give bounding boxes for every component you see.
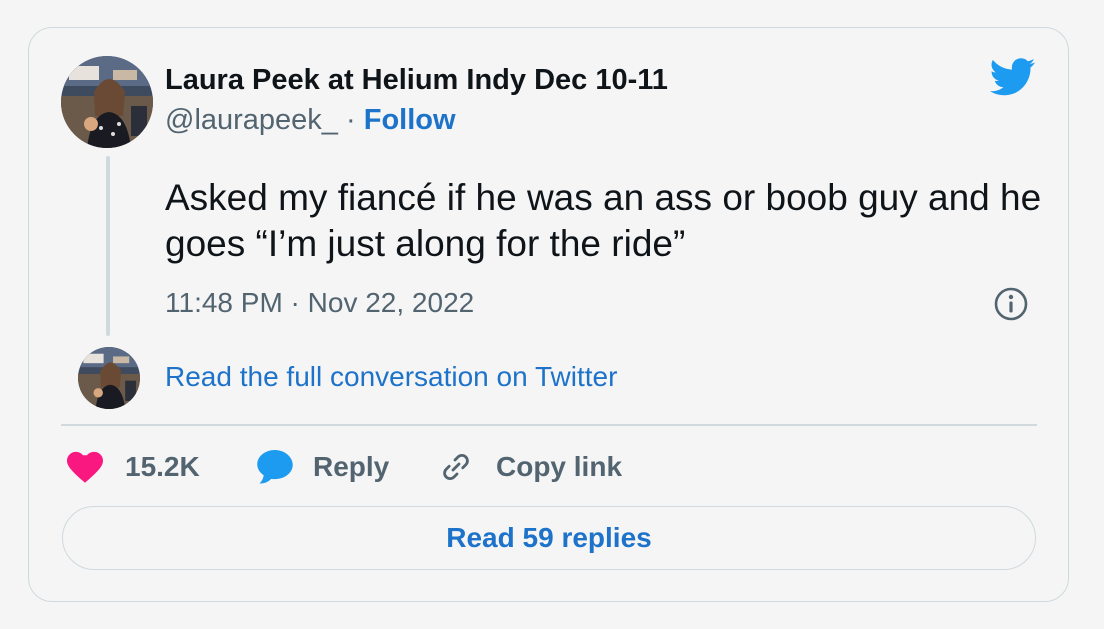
follow-button[interactable]: Follow: [364, 104, 456, 136]
handle-separator: ·: [346, 104, 356, 136]
like-count: 15.2K: [125, 451, 200, 482]
tweet-timestamp[interactable]: 11:48 PM · Nov 22, 2022: [165, 287, 474, 319]
reply-bubble-icon: [257, 450, 293, 484]
reply-button[interactable]: Reply: [257, 448, 389, 486]
thread-line: [106, 156, 110, 336]
tweet-text: Asked my fiancé if he was an ass or boob…: [165, 177, 1042, 264]
author-avatar[interactable]: [61, 56, 153, 148]
read-replies-button[interactable]: Read 59 replies: [62, 506, 1036, 570]
author-display-name[interactable]: Laura Peek at Helium Indy Dec 10-11: [165, 64, 668, 97]
copy-link-label: Copy link: [496, 451, 623, 482]
copy-link-button[interactable]: Copy link: [438, 448, 622, 486]
divider: [61, 424, 1037, 426]
info-icon[interactable]: [993, 286, 1029, 322]
read-replies-label: Read 59 replies: [446, 522, 652, 553]
author-handle-row: @laurapeek_ · Follow: [165, 104, 456, 137]
author-handle[interactable]: @laurapeek_: [165, 104, 338, 136]
twitter-bird-icon[interactable]: [989, 58, 1036, 96]
reply-label: Reply: [313, 451, 390, 482]
heart-icon: [67, 451, 103, 483]
like-button[interactable]: 15.2K: [67, 448, 200, 486]
read-full-conversation-link[interactable]: Read the full conversation on Twitter: [165, 361, 617, 393]
link-icon: [443, 454, 469, 480]
conversation-avatar[interactable]: [78, 347, 140, 409]
